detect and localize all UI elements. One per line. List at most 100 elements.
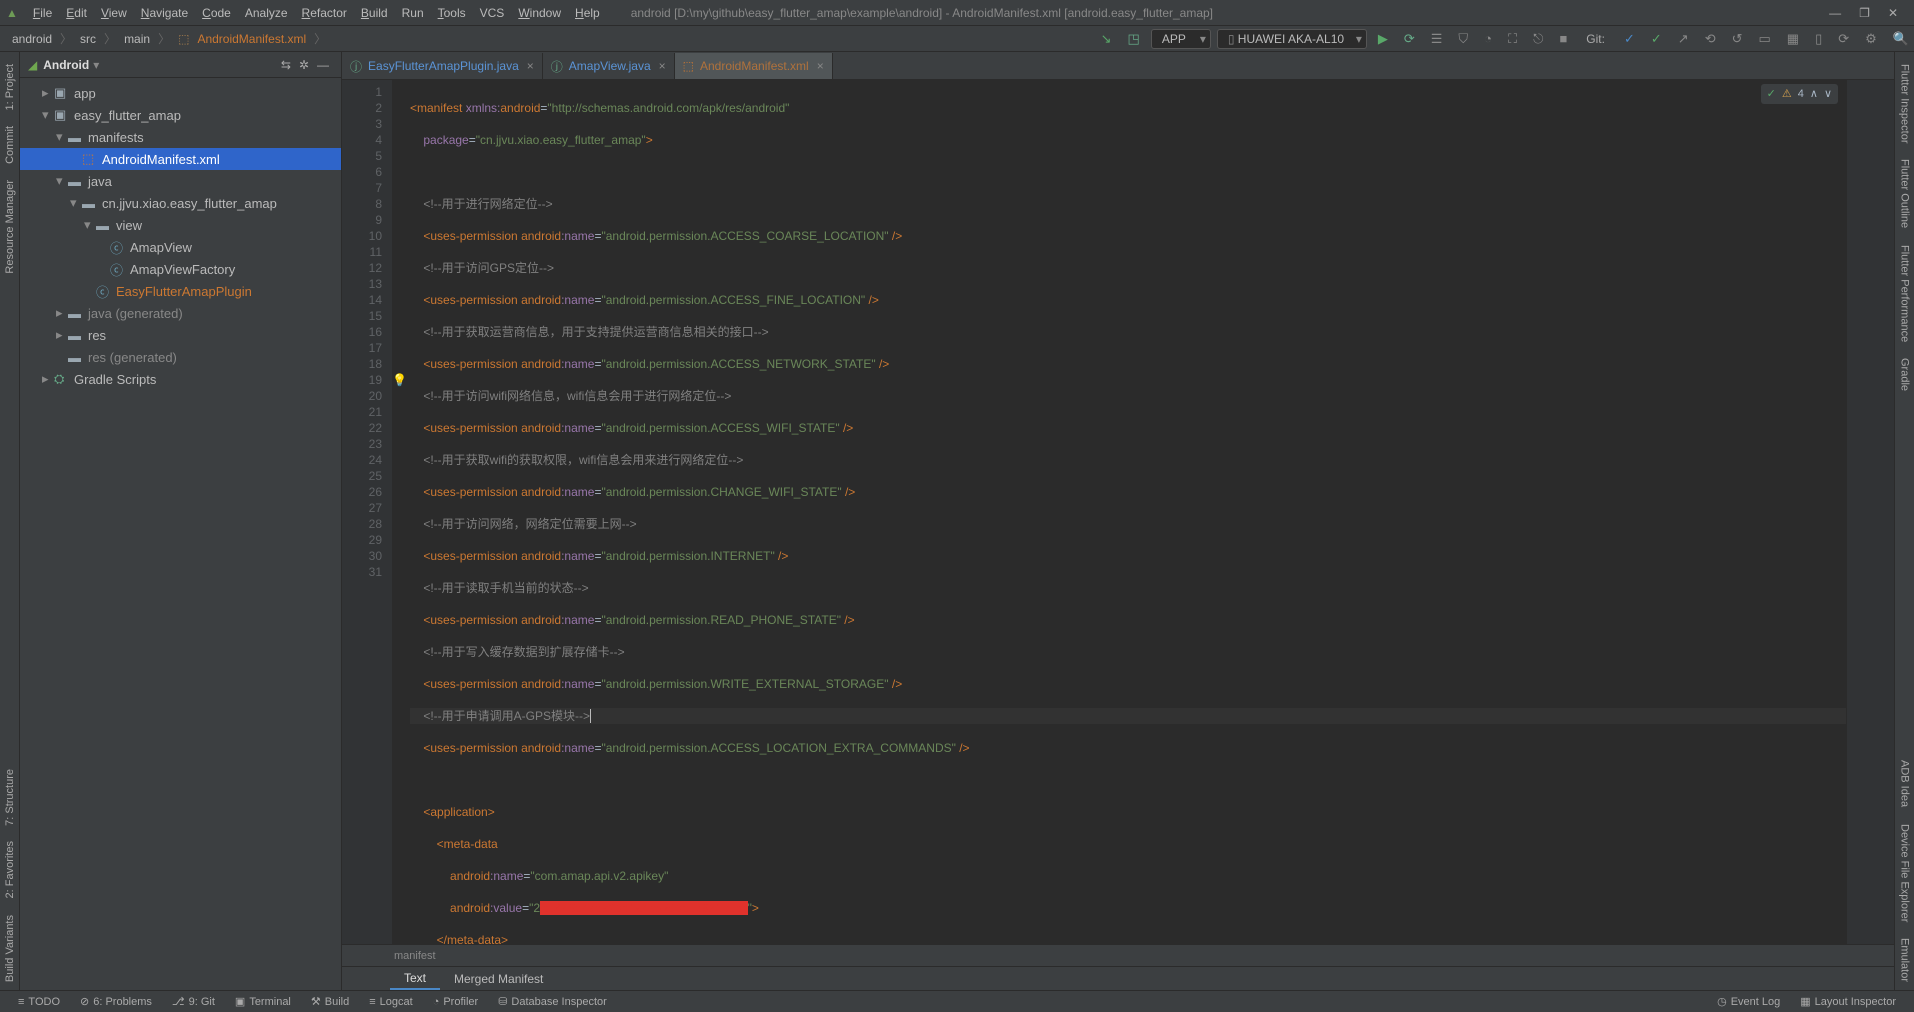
git-push-icon[interactable]: ↗ (1673, 31, 1694, 47)
select-opened-icon[interactable]: ⇆ (277, 58, 295, 72)
menu-file[interactable]: FFileile (26, 6, 59, 20)
reload-icon[interactable]: ⟳ (1833, 31, 1854, 47)
git-history-icon[interactable]: ⟲ (1700, 31, 1721, 47)
tree-folder[interactable]: ▸▬res (20, 324, 341, 346)
tree-module[interactable]: ▾▣easy_flutter_amap (20, 104, 341, 126)
tree-folder[interactable]: ▸▬java (generated) (20, 302, 341, 324)
menu-navigate[interactable]: Navigate (134, 6, 195, 20)
terminal-tool[interactable]: ▣Terminal (225, 995, 301, 1008)
profile-icon[interactable]: ◔ (1479, 31, 1497, 46)
git-commit-icon[interactable]: ✓ (1619, 31, 1640, 47)
project-tree[interactable]: ▸▣app ▾▣easy_flutter_amap ▾▬manifests ⬚A… (20, 78, 341, 394)
profiler-tool[interactable]: ◔Profiler (423, 996, 489, 1008)
flutter-inspector-button[interactable]: Flutter Inspector (1899, 56, 1911, 151)
editor-tab[interactable]: ⓙEasyFlutterAmapPlugin.java× (342, 53, 543, 79)
code-editor[interactable]: 12345678910 11121314151617181920 2122232… (342, 80, 1894, 944)
gear-icon[interactable]: ✲ (295, 58, 313, 72)
tree-folder[interactable]: ▾▬java (20, 170, 341, 192)
maximize-icon[interactable]: ❐ (1859, 6, 1870, 20)
database-tool[interactable]: ⛁Database Inspector (488, 995, 617, 1008)
dropdown-icon[interactable]: ▾ (93, 58, 99, 72)
tab-close-icon[interactable]: × (527, 59, 534, 73)
error-stripe[interactable] (1846, 80, 1894, 944)
adb-idea-button[interactable]: ADB Idea (1899, 752, 1911, 815)
run-config-dropdown[interactable]: APP (1151, 29, 1211, 49)
menu-refactor[interactable]: Refactor (295, 6, 354, 20)
android-icon[interactable]: ◳ (1123, 31, 1145, 47)
menu-edit[interactable]: Edit (59, 6, 94, 20)
menu-code[interactable]: Code (195, 6, 238, 20)
resource-manager-tool-button[interactable]: Resource Manager (4, 172, 16, 282)
tree-folder[interactable]: ▬res (generated) (20, 346, 341, 368)
attach-icon[interactable]: ⎋ (1528, 31, 1548, 47)
tree-folder[interactable]: ▾▬manifests (20, 126, 341, 148)
flutter-outline-button[interactable]: Flutter Outline (1899, 151, 1911, 236)
tree-class[interactable]: ⓒEasyFlutterAmapPlugin (20, 280, 341, 302)
attach-debug-icon[interactable]: ⛶ (1503, 31, 1522, 47)
editor-tab-active[interactable]: ⬚AndroidManifest.xml× (675, 53, 833, 79)
tree-file-manifest[interactable]: ⬚AndroidManifest.xml (20, 148, 341, 170)
breadcrumb-file[interactable]: AndroidManifest.xml (193, 32, 310, 46)
todo-tool[interactable]: ≡TODO (8, 996, 70, 1008)
tree-package[interactable]: ▾▬cn.jjvu.xiao.easy_flutter_amap (20, 192, 341, 214)
project-view-title[interactable]: Android (43, 58, 89, 72)
breadcrumb-item[interactable]: android (8, 32, 56, 46)
tree-module[interactable]: ▸▣app (20, 82, 341, 104)
menu-run[interactable]: Run (395, 6, 431, 20)
stop-icon[interactable]: ■ (1554, 31, 1572, 46)
commit-tool-button[interactable]: Commit (4, 118, 16, 172)
breadcrumb-item[interactable]: src (76, 32, 100, 46)
tab-close-icon[interactable]: × (817, 59, 824, 73)
menu-help[interactable]: Help (568, 6, 607, 20)
editor-tab[interactable]: ⓙAmapView.java× (543, 53, 675, 79)
minimize-icon[interactable]: — (1829, 6, 1841, 20)
project-tool-button[interactable]: 1: Project (4, 56, 16, 118)
build-hammer-icon[interactable]: ↘ (1096, 31, 1117, 47)
apply-changes-icon[interactable]: ⟳ (1399, 31, 1420, 47)
search-everywhere-icon[interactable]: 🔍 (1888, 31, 1914, 47)
editor-breadcrumb[interactable]: manifest (342, 944, 1894, 966)
inspection-widget[interactable]: ✓ ⚠ 4 ∧ ∨ (1761, 84, 1838, 104)
device-dropdown[interactable]: ▯ HUAWEI AKA-AL10 (1217, 29, 1367, 49)
tree-class[interactable]: ⓒAmapViewFactory (20, 258, 341, 280)
git-update-icon[interactable]: ✓ (1646, 31, 1667, 47)
tree-class[interactable]: ⓒAmapView (20, 236, 341, 258)
menu-build[interactable]: Build (354, 6, 395, 20)
close-icon[interactable]: ✕ (1888, 6, 1898, 20)
sdk-icon[interactable]: ▦ (1782, 31, 1804, 47)
problems-tool[interactable]: ⊘6: Problems (70, 995, 162, 1008)
menu-view[interactable]: View (94, 6, 134, 20)
run-button-icon[interactable]: ▶ (1373, 31, 1393, 47)
breadcrumb-item[interactable]: main (120, 32, 154, 46)
build-tool[interactable]: ⚒Build (301, 995, 359, 1008)
hide-icon[interactable]: — (313, 58, 333, 72)
event-log-tool[interactable]: ◷Event Log (1707, 995, 1790, 1008)
git-tool[interactable]: ⎇9: Git (162, 995, 225, 1008)
menu-vcs[interactable]: VCS (473, 6, 512, 20)
device-manager-icon[interactable]: ▯ (1810, 31, 1827, 47)
settings-icon[interactable]: ⚙ (1860, 31, 1882, 47)
structure-tool-button[interactable]: 7: Structure (4, 761, 16, 834)
debug-icon[interactable]: ☰ (1426, 31, 1448, 47)
manifest-text-tab[interactable]: Text (390, 968, 440, 990)
flutter-performance-button[interactable]: Flutter Performance (1899, 237, 1911, 350)
git-revert-icon[interactable]: ↺ (1727, 31, 1748, 47)
up-icon[interactable]: ∧ (1810, 86, 1818, 102)
code-content[interactable]: <manifest xmlns:android="http://schemas.… (392, 80, 1846, 944)
tree-package[interactable]: ▾▬view (20, 214, 341, 236)
coverage-icon[interactable]: ⛉ (1453, 31, 1473, 47)
logcat-tool[interactable]: ≡Logcat (359, 996, 422, 1008)
build-variants-tool-button[interactable]: Build Variants (4, 907, 16, 990)
favorites-tool-button[interactable]: 2: Favorites (4, 833, 16, 906)
emulator-button[interactable]: Emulator (1899, 930, 1911, 990)
layout-inspector-tool[interactable]: ▦Layout Inspector (1790, 995, 1906, 1008)
menu-window[interactable]: Window (511, 6, 568, 20)
down-icon[interactable]: ∨ (1824, 86, 1832, 102)
gradle-button[interactable]: Gradle (1899, 350, 1911, 399)
tree-gradle[interactable]: ▸⛭Gradle Scripts (20, 368, 341, 390)
manifest-merged-tab[interactable]: Merged Manifest (440, 969, 557, 989)
menu-analyze[interactable]: Analyze (238, 6, 295, 20)
tab-close-icon[interactable]: × (659, 59, 666, 73)
device-explorer-button[interactable]: Device File Explorer (1899, 816, 1911, 930)
avd-icon[interactable]: ▭ (1754, 31, 1776, 47)
